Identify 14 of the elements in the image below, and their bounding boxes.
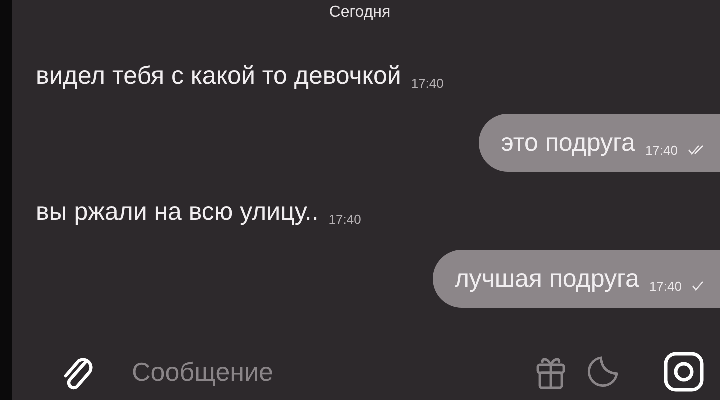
message-time: 17:40: [649, 278, 682, 294]
camera-icon[interactable]: [664, 352, 704, 392]
date-header: Сегодня: [329, 4, 391, 22]
message-text: видел тебя с какой то девочкой: [36, 62, 402, 90]
sticker-icon[interactable]: [586, 355, 620, 389]
message-time: 17:40: [645, 142, 678, 158]
message-text: лучшая подруга: [454, 264, 640, 294]
check-icon: [692, 281, 704, 291]
message-field[interactable]: Сообщение: [130, 356, 434, 388]
double-check-icon: [688, 145, 704, 155]
message-text: вы ржали на всю улицу..: [36, 198, 319, 226]
message-time: 17:40: [328, 212, 362, 226]
message-text: это подруга: [501, 128, 636, 158]
message-time: 17:40: [411, 76, 444, 90]
